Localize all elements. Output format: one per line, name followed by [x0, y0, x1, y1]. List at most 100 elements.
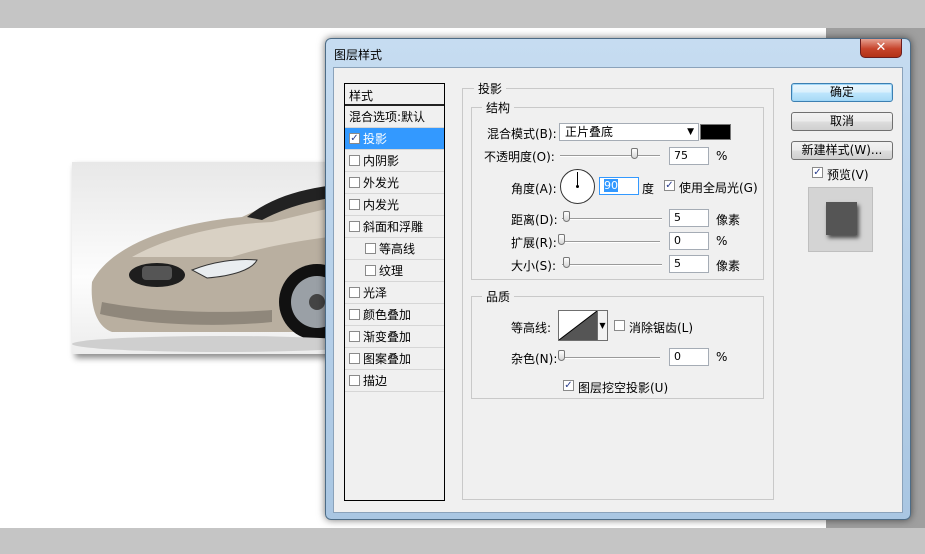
close-button[interactable]: ✕ — [860, 39, 902, 58]
anti-alias-checkbox[interactable] — [614, 320, 625, 331]
styles-item-label: 等高线 — [379, 242, 416, 256]
noise-slider-thumb[interactable] — [558, 350, 565, 361]
spread-label: 扩展(R): — [511, 236, 557, 250]
layer-style-dialog: 图层样式 ✕ 样式 混合选项:默认 投影 内阴影 外发光 内发光 斜面和浮雕 等… — [325, 38, 911, 520]
styles-item-label: 光泽 — [363, 286, 388, 300]
noise-slider[interactable] — [560, 357, 660, 359]
styles-item-label: 内发光 — [363, 198, 400, 212]
distance-slider-thumb[interactable] — [563, 211, 570, 222]
styles-item-blending-options[interactable]: 混合选项:默认 — [345, 106, 444, 128]
styles-item-label: 混合选项:默认 — [349, 110, 426, 124]
global-light-checkbox[interactable] — [664, 180, 675, 191]
gradient-overlay-checkbox[interactable] — [349, 331, 360, 342]
quality-group-title: 品质 — [482, 288, 515, 305]
blend-mode-label: 混合模式(B): — [487, 127, 557, 141]
size-slider-thumb[interactable] — [563, 257, 570, 268]
inner-shadow-checkbox[interactable] — [349, 155, 360, 166]
satin-checkbox[interactable] — [349, 287, 360, 298]
stroke-checkbox[interactable] — [349, 375, 360, 386]
opacity-slider-thumb[interactable] — [631, 148, 638, 159]
styles-item-satin[interactable]: 光泽 — [345, 282, 444, 304]
styles-item-label: 描边 — [363, 374, 388, 388]
distance-input[interactable]: 5 — [669, 209, 709, 227]
spread-input[interactable]: 0 — [669, 232, 709, 250]
opacity-label: 不透明度(O): — [484, 150, 555, 164]
noise-label: 杂色(N): — [511, 352, 558, 366]
shadow-color-swatch[interactable] — [700, 124, 731, 140]
spread-slider[interactable] — [560, 241, 660, 243]
dialog-client-area: 样式 混合选项:默认 投影 内阴影 外发光 内发光 斜面和浮雕 等高线 纹理 光… — [333, 67, 903, 513]
color-overlay-checkbox[interactable] — [349, 309, 360, 320]
styles-item-drop-shadow[interactable]: 投影 — [345, 128, 444, 150]
anti-alias-label[interactable]: 消除锯齿(L) — [629, 319, 693, 336]
dialog-titlebar[interactable]: 图层样式 ✕ — [326, 39, 910, 67]
chevron-down-icon: ▼ — [687, 127, 694, 137]
contour-checkbox[interactable] — [365, 243, 376, 254]
styles-item-label: 外发光 — [363, 176, 400, 190]
style-preview-box — [808, 187, 873, 252]
opacity-input[interactable]: 75 — [669, 147, 709, 165]
styles-item-label: 图案叠加 — [363, 352, 412, 366]
size-label: 大小(S): — [511, 259, 557, 273]
cancel-button[interactable]: 取消 — [791, 112, 893, 131]
global-light-label[interactable]: 使用全局光(G) — [679, 179, 758, 196]
style-preview-swatch — [826, 202, 857, 235]
contour-label: 等高线: — [511, 321, 552, 335]
spread-unit: % — [716, 234, 728, 248]
chevron-down-icon: ▼ — [599, 321, 606, 330]
styles-item-inner-glow[interactable]: 内发光 — [345, 194, 444, 216]
styles-item-outer-glow[interactable]: 外发光 — [345, 172, 444, 194]
structure-group-title: 结构 — [482, 99, 515, 116]
preview-checkbox[interactable] — [812, 167, 823, 178]
knockout-label[interactable]: 图层挖空投影(U) — [578, 379, 668, 396]
styles-item-inner-shadow[interactable]: 内阴影 — [345, 150, 444, 172]
distance-unit: 像素 — [716, 213, 741, 227]
styles-item-color-overlay[interactable]: 颜色叠加 — [345, 304, 444, 326]
spread-slider-thumb[interactable] — [558, 234, 565, 245]
styles-item-contour[interactable]: 等高线 — [345, 238, 444, 260]
contour-linear-icon — [558, 310, 598, 341]
knockout-checkbox[interactable] — [563, 380, 574, 391]
pattern-overlay-checkbox[interactable] — [349, 353, 360, 364]
bevel-emboss-checkbox[interactable] — [349, 221, 360, 232]
ok-button[interactable]: 确定 — [791, 83, 893, 102]
angle-unit: 度 — [642, 182, 655, 196]
angle-value-selected: 90 — [604, 179, 618, 192]
size-unit: 像素 — [716, 259, 741, 273]
size-slider[interactable] — [562, 264, 662, 266]
new-style-button[interactable]: 新建样式(W)... — [791, 141, 893, 160]
styles-list-header: 样式 — [345, 84, 444, 106]
contour-picker[interactable] — [558, 310, 598, 341]
opacity-slider[interactable] — [560, 155, 660, 157]
angle-input[interactable]: 90 — [599, 177, 639, 195]
inner-glow-checkbox[interactable] — [349, 199, 360, 210]
distance-slider[interactable] — [562, 218, 662, 220]
noise-input[interactable]: 0 — [669, 348, 709, 366]
styles-item-gradient-overlay[interactable]: 渐变叠加 — [345, 326, 444, 348]
contour-dropdown-button[interactable]: ▼ — [597, 310, 608, 341]
noise-unit: % — [716, 350, 728, 364]
styles-list: 样式 混合选项:默认 投影 内阴影 外发光 内发光 斜面和浮雕 等高线 纹理 光… — [344, 83, 445, 501]
styles-item-label: 内阴影 — [363, 154, 400, 168]
styles-item-stroke[interactable]: 描边 — [345, 370, 444, 392]
angle-dial[interactable] — [560, 169, 595, 204]
styles-item-label: 渐变叠加 — [363, 330, 412, 344]
distance-label: 距离(D): — [511, 213, 558, 227]
outer-glow-checkbox[interactable] — [349, 177, 360, 188]
angle-dial-center — [576, 185, 579, 188]
texture-checkbox[interactable] — [365, 265, 376, 276]
styles-item-pattern-overlay[interactable]: 图案叠加 — [345, 348, 444, 370]
styles-item-label: 颜色叠加 — [363, 308, 412, 322]
preview-label[interactable]: 预览(V) — [827, 166, 869, 183]
styles-item-bevel-emboss[interactable]: 斜面和浮雕 — [345, 216, 444, 238]
close-icon: ✕ — [875, 40, 887, 55]
drop-shadow-checkbox[interactable] — [349, 133, 360, 144]
blend-mode-select[interactable]: 正片叠底 ▼ — [559, 123, 699, 141]
drop-shadow-group-title: 投影 — [474, 80, 507, 97]
styles-item-label: 投影 — [363, 132, 388, 146]
styles-item-label: 斜面和浮雕 — [363, 220, 424, 234]
styles-item-label: 纹理 — [379, 264, 404, 278]
dialog-title: 图层样式 — [334, 48, 383, 62]
size-input[interactable]: 5 — [669, 255, 709, 273]
styles-item-texture[interactable]: 纹理 — [345, 260, 444, 282]
